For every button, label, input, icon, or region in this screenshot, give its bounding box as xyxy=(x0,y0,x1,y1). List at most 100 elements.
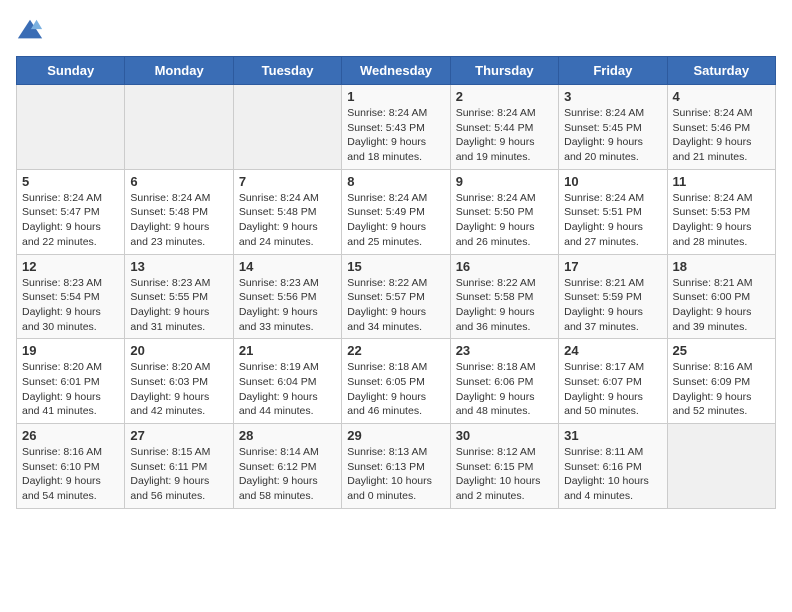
day-info: Sunrise: 8:24 AM Sunset: 5:43 PM Dayligh… xyxy=(347,106,444,165)
day-info: Sunrise: 8:22 AM Sunset: 5:58 PM Dayligh… xyxy=(456,276,553,335)
day-info: Sunrise: 8:14 AM Sunset: 6:12 PM Dayligh… xyxy=(239,445,336,504)
calendar-cell: 28 Sunrise: 8:14 AM Sunset: 6:12 PM Dayli… xyxy=(233,424,341,509)
calendar-cell: 15 Sunrise: 8:22 AM Sunset: 5:57 PM Dayli… xyxy=(342,254,450,339)
day-info: Sunrise: 8:12 AM Sunset: 6:15 PM Dayligh… xyxy=(456,445,553,504)
calendar-week-row: 26 Sunrise: 8:16 AM Sunset: 6:10 PM Dayli… xyxy=(17,424,776,509)
day-header-wednesday: Wednesday xyxy=(342,57,450,85)
calendar-week-row: 19 Sunrise: 8:20 AM Sunset: 6:01 PM Dayli… xyxy=(17,339,776,424)
calendar-cell: 11 Sunrise: 8:24 AM Sunset: 5:53 PM Dayli… xyxy=(667,169,775,254)
day-info: Sunrise: 8:24 AM Sunset: 5:48 PM Dayligh… xyxy=(239,191,336,250)
calendar-cell: 25 Sunrise: 8:16 AM Sunset: 6:09 PM Dayli… xyxy=(667,339,775,424)
calendar-cell: 29 Sunrise: 8:13 AM Sunset: 6:13 PM Dayli… xyxy=(342,424,450,509)
calendar-cell: 16 Sunrise: 8:22 AM Sunset: 5:58 PM Dayli… xyxy=(450,254,558,339)
day-info: Sunrise: 8:24 AM Sunset: 5:45 PM Dayligh… xyxy=(564,106,661,165)
day-number: 25 xyxy=(673,343,770,358)
day-header-sunday: Sunday xyxy=(17,57,125,85)
calendar-cell: 2Sunrise: 8:24 AM Sunset: 5:44 PM Daylig… xyxy=(450,85,558,170)
calendar-cell: 22 Sunrise: 8:18 AM Sunset: 6:05 PM Dayli… xyxy=(342,339,450,424)
day-number: 3 xyxy=(564,89,661,104)
day-number: 19 xyxy=(22,343,119,358)
day-header-thursday: Thursday xyxy=(450,57,558,85)
day-number: 17 xyxy=(564,259,661,274)
day-info: Sunrise: 8:24 AM Sunset: 5:47 PM Dayligh… xyxy=(22,191,119,250)
calendar-cell: 24 Sunrise: 8:17 AM Sunset: 6:07 PM Dayli… xyxy=(559,339,667,424)
calendar-cell: 30 Sunrise: 8:12 AM Sunset: 6:15 PM Dayli… xyxy=(450,424,558,509)
day-info: Sunrise: 8:11 AM Sunset: 6:16 PM Dayligh… xyxy=(564,445,661,504)
day-info: Sunrise: 8:23 AM Sunset: 5:55 PM Dayligh… xyxy=(130,276,227,335)
calendar-cell: 4 Sunrise: 8:24 AM Sunset: 5:46 PM Daylig… xyxy=(667,85,775,170)
day-info: Sunrise: 8:15 AM Sunset: 6:11 PM Dayligh… xyxy=(130,445,227,504)
calendar-cell: 27 Sunrise: 8:15 AM Sunset: 6:11 PM Dayli… xyxy=(125,424,233,509)
calendar-cell: 6 Sunrise: 8:24 AM Sunset: 5:48 PM Daylig… xyxy=(125,169,233,254)
day-info: Sunrise: 8:20 AM Sunset: 6:03 PM Dayligh… xyxy=(130,360,227,419)
calendar-cell: 19 Sunrise: 8:20 AM Sunset: 6:01 PM Dayli… xyxy=(17,339,125,424)
calendar-week-row: 5Sunrise: 8:24 AM Sunset: 5:47 PM Daylig… xyxy=(17,169,776,254)
day-number: 7 xyxy=(239,174,336,189)
calendar-header-row: SundayMondayTuesdayWednesdayThursdayFrid… xyxy=(17,57,776,85)
day-info: Sunrise: 8:22 AM Sunset: 5:57 PM Dayligh… xyxy=(347,276,444,335)
calendar-cell: 14 Sunrise: 8:23 AM Sunset: 5:56 PM Dayli… xyxy=(233,254,341,339)
day-info: Sunrise: 8:13 AM Sunset: 6:13 PM Dayligh… xyxy=(347,445,444,504)
day-number: 16 xyxy=(456,259,553,274)
calendar-cell: 20Sunrise: 8:20 AM Sunset: 6:03 PM Dayli… xyxy=(125,339,233,424)
day-number: 22 xyxy=(347,343,444,358)
day-number: 24 xyxy=(564,343,661,358)
day-number: 2 xyxy=(456,89,553,104)
day-info: Sunrise: 8:23 AM Sunset: 5:56 PM Dayligh… xyxy=(239,276,336,335)
day-info: Sunrise: 8:24 AM Sunset: 5:53 PM Dayligh… xyxy=(673,191,770,250)
calendar-cell: 12 Sunrise: 8:23 AM Sunset: 5:54 PM Dayli… xyxy=(17,254,125,339)
day-number: 30 xyxy=(456,428,553,443)
day-number: 1 xyxy=(347,89,444,104)
day-number: 29 xyxy=(347,428,444,443)
day-number: 28 xyxy=(239,428,336,443)
day-number: 27 xyxy=(130,428,227,443)
calendar-cell: 8Sunrise: 8:24 AM Sunset: 5:49 PM Daylig… xyxy=(342,169,450,254)
calendar-cell: 3 Sunrise: 8:24 AM Sunset: 5:45 PM Daylig… xyxy=(559,85,667,170)
day-number: 21 xyxy=(239,343,336,358)
calendar-cell xyxy=(233,85,341,170)
calendar-cell: 17 Sunrise: 8:21 AM Sunset: 5:59 PM Dayli… xyxy=(559,254,667,339)
day-info: Sunrise: 8:24 AM Sunset: 5:48 PM Dayligh… xyxy=(130,191,227,250)
calendar-week-row: 1 Sunrise: 8:24 AM Sunset: 5:43 PM Daylig… xyxy=(17,85,776,170)
day-info: Sunrise: 8:24 AM Sunset: 5:49 PM Dayligh… xyxy=(347,191,444,250)
day-number: 10 xyxy=(564,174,661,189)
day-number: 12 xyxy=(22,259,119,274)
calendar-cell: 1 Sunrise: 8:24 AM Sunset: 5:43 PM Daylig… xyxy=(342,85,450,170)
calendar-cell xyxy=(17,85,125,170)
day-info: Sunrise: 8:21 AM Sunset: 6:00 PM Dayligh… xyxy=(673,276,770,335)
calendar-cell: 5Sunrise: 8:24 AM Sunset: 5:47 PM Daylig… xyxy=(17,169,125,254)
day-info: Sunrise: 8:21 AM Sunset: 5:59 PM Dayligh… xyxy=(564,276,661,335)
day-header-tuesday: Tuesday xyxy=(233,57,341,85)
day-number: 13 xyxy=(130,259,227,274)
day-header-friday: Friday xyxy=(559,57,667,85)
day-number: 15 xyxy=(347,259,444,274)
calendar-cell: 31 Sunrise: 8:11 AM Sunset: 6:16 PM Dayli… xyxy=(559,424,667,509)
calendar-cell: 13 Sunrise: 8:23 AM Sunset: 5:55 PM Dayli… xyxy=(125,254,233,339)
day-info: Sunrise: 8:24 AM Sunset: 5:46 PM Dayligh… xyxy=(673,106,770,165)
day-info: Sunrise: 8:17 AM Sunset: 6:07 PM Dayligh… xyxy=(564,360,661,419)
calendar-cell: 7 Sunrise: 8:24 AM Sunset: 5:48 PM Daylig… xyxy=(233,169,341,254)
day-header-monday: Monday xyxy=(125,57,233,85)
day-info: Sunrise: 8:24 AM Sunset: 5:51 PM Dayligh… xyxy=(564,191,661,250)
logo xyxy=(16,16,48,44)
calendar-cell: 9Sunrise: 8:24 AM Sunset: 5:50 PM Daylig… xyxy=(450,169,558,254)
day-info: Sunrise: 8:20 AM Sunset: 6:01 PM Dayligh… xyxy=(22,360,119,419)
day-number: 6 xyxy=(130,174,227,189)
day-number: 31 xyxy=(564,428,661,443)
day-info: Sunrise: 8:18 AM Sunset: 6:05 PM Dayligh… xyxy=(347,360,444,419)
day-number: 4 xyxy=(673,89,770,104)
calendar-cell: 23Sunrise: 8:18 AM Sunset: 6:06 PM Dayli… xyxy=(450,339,558,424)
day-info: Sunrise: 8:23 AM Sunset: 5:54 PM Dayligh… xyxy=(22,276,119,335)
day-info: Sunrise: 8:24 AM Sunset: 5:50 PM Dayligh… xyxy=(456,191,553,250)
calendar-cell: 10 Sunrise: 8:24 AM Sunset: 5:51 PM Dayli… xyxy=(559,169,667,254)
day-number: 14 xyxy=(239,259,336,274)
day-info: Sunrise: 8:18 AM Sunset: 6:06 PM Dayligh… xyxy=(456,360,553,419)
day-info: Sunrise: 8:16 AM Sunset: 6:10 PM Dayligh… xyxy=(22,445,119,504)
day-info: Sunrise: 8:16 AM Sunset: 6:09 PM Dayligh… xyxy=(673,360,770,419)
calendar-cell: 18Sunrise: 8:21 AM Sunset: 6:00 PM Dayli… xyxy=(667,254,775,339)
calendar-cell xyxy=(667,424,775,509)
day-number: 26 xyxy=(22,428,119,443)
calendar-table: SundayMondayTuesdayWednesdayThursdayFrid… xyxy=(16,56,776,509)
calendar-week-row: 12 Sunrise: 8:23 AM Sunset: 5:54 PM Dayli… xyxy=(17,254,776,339)
day-number: 11 xyxy=(673,174,770,189)
